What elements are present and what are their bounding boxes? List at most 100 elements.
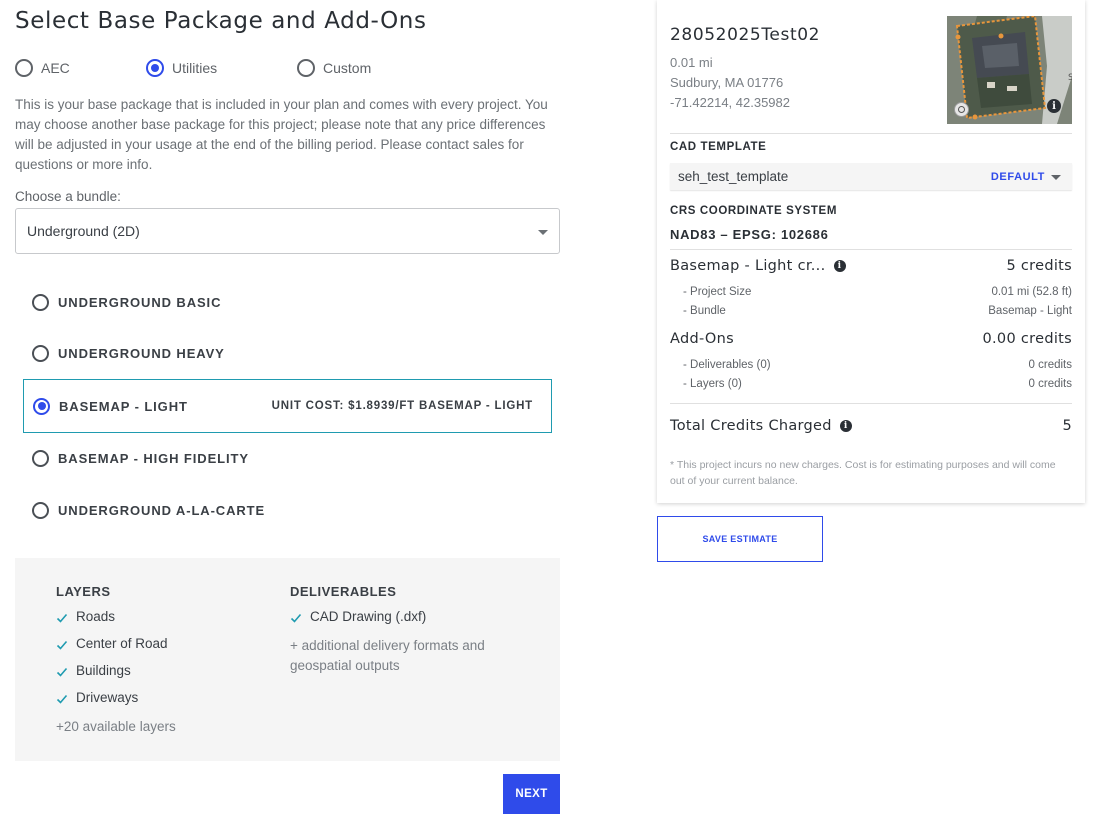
layer-label: Center of Road (76, 636, 168, 651)
layer-item: Roads (56, 603, 176, 630)
bundle-select[interactable]: Underground (2D) (15, 208, 560, 254)
bundle-summary-title: Basemap - Light cr... (670, 258, 826, 274)
check-icon (290, 613, 302, 623)
deliverable-item: CAD Drawing (.dxf) (290, 603, 530, 630)
deliverables-row: - Deliverables (0) 0 credits (670, 359, 1072, 375)
page-title: Select Base Package and Add-Ons (15, 8, 427, 34)
bundle-option-underground-a-la-carte[interactable]: UNDERGROUND A-LA-CARTE (23, 488, 552, 532)
package-radio-custom[interactable]: Custom (297, 59, 371, 77)
radio-icon (32, 344, 49, 362)
bundle-summary-title-wrap: Basemap - Light cr... i (670, 258, 846, 274)
layer-label: Driveways (76, 690, 139, 705)
info-icon[interactable]: i (839, 420, 852, 432)
bundle-option-label: UNDERGROUND A-LA-CARTE (58, 502, 266, 518)
radio-icon (33, 397, 50, 415)
addons-summary-row: Add-Ons 0.00 credits (670, 331, 1072, 351)
layers-row: - Layers (0) 0 credits (670, 378, 1072, 394)
layer-item: Buildings (56, 657, 176, 684)
map-info-icon[interactable]: i (1047, 99, 1061, 113)
deliverables-row-value: 0 credits (1028, 359, 1072, 371)
layers-row-value: 0 credits (1028, 378, 1072, 390)
layers-column: LAYERS Roads Center of Road Buildings Dr… (56, 584, 176, 737)
project-size-row: - Project Size 0.01 mi (52.8 ft) (670, 286, 1072, 302)
package-radio-utilities[interactable]: Utilities (146, 59, 217, 77)
caret-down-icon (1051, 175, 1061, 180)
project-size-value: 0.01 mi (52.8 ft) (991, 286, 1072, 298)
bundle-select-value: Underground (2D) (27, 223, 140, 239)
bundle-row-label: - Bundle (683, 305, 726, 317)
total-credits-label: Total Credits Charged (670, 418, 832, 434)
project-coordinates: -71.42214, 42.35982 (670, 95, 790, 110)
deliverable-label: CAD Drawing (.dxf) (310, 609, 427, 624)
bundle-option-basemap-high-fidelity[interactable]: BASEMAP - HIGH FIDELITY (23, 436, 552, 480)
crs-heading: CRS COORDINATE SYSTEM (670, 205, 838, 217)
deliverables-row-label: - Deliverables (0) (683, 359, 771, 371)
radio-icon (32, 449, 49, 467)
bundle-option-label: UNDERGROUND BASIC (58, 294, 222, 310)
bundle-option-label: BASEMAP - LIGHT (59, 398, 188, 414)
deliverables-heading: DELIVERABLES (290, 584, 397, 599)
bundle-option-underground-basic[interactable]: UNDERGROUND BASIC (23, 280, 552, 324)
package-radio-label: AEC (41, 60, 70, 76)
info-icon[interactable]: i (833, 260, 846, 272)
layers-row-label: - Layers (0) (683, 378, 742, 390)
package-radio-aec[interactable]: AEC (15, 59, 70, 77)
next-button[interactable]: NEXT (503, 774, 560, 814)
radio-icon (32, 293, 49, 311)
divider (670, 133, 1072, 134)
check-icon (56, 694, 68, 704)
package-radio-group: AEC Utilities Custom (15, 59, 560, 79)
cad-template-name: seh_test_template (678, 169, 789, 184)
deliverables-more: + additional delivery formats and geospa… (290, 638, 485, 673)
features-panel: LAYERS Roads Center of Road Buildings Dr… (15, 558, 560, 761)
bundle-summary-credits: 5 credits (1006, 258, 1072, 274)
check-icon (56, 667, 68, 677)
cad-template-select[interactable]: seh_test_template DEFAULT (670, 163, 1072, 190)
layer-label: Buildings (76, 663, 131, 678)
radio-icon (32, 501, 49, 519)
bundle-summary-row: Basemap - Light cr... i 5 credits (670, 258, 1072, 278)
map-compass-icon[interactable] (954, 102, 969, 117)
project-name: 28052025Test02 (670, 25, 821, 45)
package-description: This is your base package that is includ… (15, 97, 548, 172)
package-radio-label: Custom (323, 60, 372, 76)
cad-template-heading: CAD TEMPLATE (670, 141, 767, 153)
layer-item: Driveways (56, 684, 176, 711)
map-thumbnail[interactable]: S i (947, 16, 1072, 124)
divider (670, 249, 1072, 250)
bundle-option-basemap-light[interactable]: BASEMAP - LIGHT UNIT COST: $1.8939/FT BA… (23, 379, 552, 433)
estimate-card: 28052025Test02 0.01 mi Sudbury, MA 01776… (657, 0, 1085, 503)
layer-item: Center of Road (56, 630, 176, 657)
divider (670, 403, 1072, 404)
layers-heading: LAYERS (56, 584, 111, 599)
layers-more: +20 available layers (56, 719, 176, 734)
total-credits-value: 5 (1062, 418, 1072, 434)
bundle-row-value: Basemap - Light (988, 305, 1072, 317)
save-estimate-button[interactable]: SAVE ESTIMATE (657, 516, 823, 562)
project-distance: 0.01 mi (670, 55, 713, 70)
bundle-label: Choose a bundle: (15, 189, 121, 204)
radio-icon (15, 59, 33, 77)
addons-summary-credits: 0.00 credits (982, 331, 1072, 347)
crs-value: NAD83 – EPSG: 102686 (670, 227, 829, 242)
total-credits-title-wrap: Total Credits Charged i (670, 418, 852, 434)
estimate-note: * This project incurs no new charges. Co… (670, 459, 1056, 487)
package-radio-label: Utilities (172, 60, 218, 76)
check-icon (56, 613, 68, 623)
radio-icon (146, 59, 164, 77)
deliverables-column: DELIVERABLES CAD Drawing (.dxf) + additi… (290, 584, 530, 676)
unit-cost-label: UNIT COST: $1.8939/FT BASEMAP - LIGHT (271, 400, 533, 412)
addons-summary-title: Add-Ons (670, 331, 734, 347)
check-icon (56, 640, 68, 650)
bundle-option-label: BASEMAP - HIGH FIDELITY (58, 450, 249, 466)
total-credits-row: Total Credits Charged i 5 (670, 418, 1072, 438)
bundle-option-label: UNDERGROUND HEAVY (58, 345, 225, 361)
radio-icon (297, 59, 315, 77)
project-size-label: - Project Size (683, 286, 752, 298)
project-location: Sudbury, MA 01776 (670, 75, 784, 90)
svg-text:S: S (1068, 73, 1072, 83)
layer-label: Roads (76, 609, 116, 624)
bundle-option-underground-heavy[interactable]: UNDERGROUND HEAVY (23, 331, 552, 375)
bundle-row: - Bundle Basemap - Light (670, 305, 1072, 321)
caret-down-icon (538, 230, 548, 235)
